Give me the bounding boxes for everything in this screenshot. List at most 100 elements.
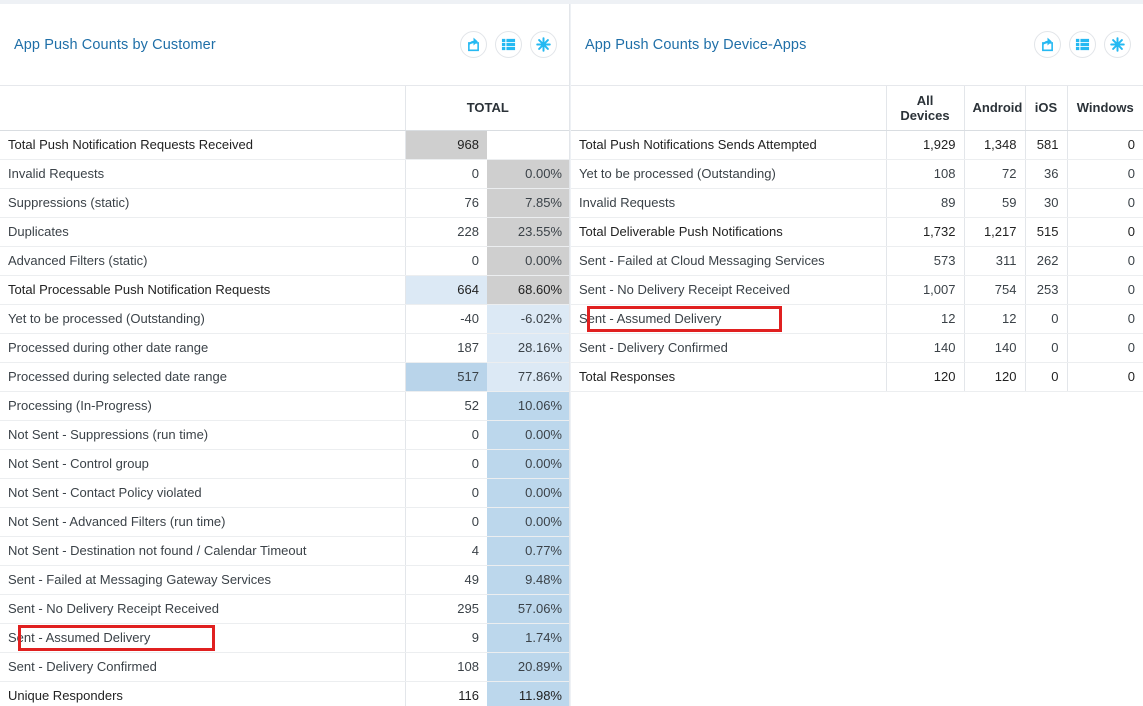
table-row[interactable]: Invalid Requests 0 0.00% — [0, 159, 569, 189]
table-row[interactable]: Processed during other date range 187 28.1… — [0, 333, 569, 363]
row-value-ios: 30 — [1024, 188, 1067, 218]
row-label: Total Responses — [571, 362, 886, 392]
row-label: Total Push Notifications Sends Attempted — [571, 130, 886, 160]
table-row[interactable]: Total Deliverable Push Notifications 1,73… — [571, 217, 1143, 247]
row-value-windows: 0 — [1066, 217, 1143, 247]
panel-app-push-counts-by-customer: App Push Counts by Customer TOTAL Total … — [0, 4, 570, 706]
row-value-total: 0 — [404, 449, 487, 479]
table-row[interactable]: Yet to be processed (Outstanding) -40 -6.0… — [0, 304, 569, 334]
export-icon — [466, 37, 481, 52]
table-row[interactable]: Yet to be processed (Outstanding) 108 72 36… — [571, 159, 1143, 189]
table-row[interactable]: Unique Responders 116 11.98% — [0, 681, 569, 706]
table-row[interactable]: Not Sent - Contact Policy violated 0 0.00% — [0, 478, 569, 508]
snowflake-icon-button-left[interactable] — [530, 31, 557, 58]
row-label: Invalid Requests — [0, 159, 405, 189]
list-view-icon — [501, 37, 516, 52]
row-value-ios: 0 — [1024, 333, 1067, 363]
table-row[interactable]: Sent - Assumed Delivery 12 12 0 0 — [571, 304, 1143, 334]
row-label: Advanced Filters (static) — [0, 246, 405, 276]
table-row[interactable]: Sent - Delivery Confirmed 108 20.89% — [0, 652, 569, 682]
row-value-android: 1,348 — [963, 130, 1025, 160]
row-value-total: 0 — [404, 420, 487, 450]
table-row[interactable]: Sent - Delivery Confirmed 140 140 0 0 — [571, 333, 1143, 363]
export-icon — [1040, 37, 1055, 52]
table-row[interactable]: Total Processable Push Notification Requ… — [0, 275, 569, 305]
row-value-android: 140 — [963, 333, 1025, 363]
row-value-ios: 36 — [1024, 159, 1067, 189]
table-row[interactable]: Sent - Failed at Cloud Messaging Service… — [571, 246, 1143, 276]
list-view-icon-button-right[interactable] — [1069, 31, 1096, 58]
table-row[interactable]: Total Push Notifications Sends Attempted… — [571, 130, 1143, 160]
left-table-body: Total Push Notification Requests Receive… — [0, 130, 569, 706]
row-label: Total Push Notification Requests Receive… — [0, 130, 405, 160]
row-value-all-devices: 120 — [885, 362, 964, 392]
row-value-windows: 0 — [1066, 304, 1143, 334]
left-panel-header: App Push Counts by Customer — [0, 4, 569, 86]
row-label: Not Sent - Control group — [0, 449, 405, 479]
row-label: Suppressions (static) — [0, 188, 405, 218]
row-value-ios: 262 — [1024, 246, 1067, 276]
row-value-android: 120 — [963, 362, 1025, 392]
row-label: Processed during selected date range — [0, 362, 405, 392]
right-panel-actions — [1034, 31, 1131, 58]
row-label: Sent - Delivery Confirmed — [571, 333, 886, 363]
table-row[interactable]: Not Sent - Control group 0 0.00% — [0, 449, 569, 479]
table-row[interactable]: Suppressions (static) 76 7.85% — [0, 188, 569, 218]
list-view-icon-button-left[interactable] — [495, 31, 522, 58]
table-row[interactable]: Sent - No Delivery Receipt Received 295 57… — [0, 594, 569, 624]
row-label: Not Sent - Destination not found / Calen… — [0, 536, 405, 566]
table-row[interactable]: Processed during selected date range 517 7… — [0, 362, 569, 392]
row-value-total: 116 — [404, 681, 487, 706]
table-row[interactable]: Duplicates 228 23.55% — [0, 217, 569, 247]
row-value-all-devices: 140 — [885, 333, 964, 363]
row-value-all-devices: 1,007 — [885, 275, 964, 305]
right-report-table: All Devices Android iOS Windows Total Pu… — [571, 86, 1143, 392]
table-row[interactable]: Processing (In-Progress) 52 10.06% — [0, 391, 569, 421]
row-label: Invalid Requests — [571, 188, 886, 218]
row-value-all-devices: 89 — [885, 188, 964, 218]
row-value-all-devices: 108 — [885, 159, 964, 189]
row-label: Not Sent - Contact Policy violated — [0, 478, 405, 508]
export-icon-button-right[interactable] — [1034, 31, 1061, 58]
table-row[interactable]: Total Push Notification Requests Receive… — [0, 130, 569, 160]
row-value-android: 12 — [963, 304, 1025, 334]
left-panel-title: App Push Counts by Customer — [14, 36, 216, 53]
row-value-ios: 515 — [1024, 217, 1067, 247]
table-row[interactable]: Not Sent - Suppressions (run time) 0 0.00% — [0, 420, 569, 450]
right-header-all-devices: All Devices — [885, 86, 964, 131]
table-row[interactable]: Invalid Requests 89 59 30 0 — [571, 188, 1143, 218]
table-row[interactable]: Sent - No Delivery Receipt Received 1,007… — [571, 275, 1143, 305]
table-row[interactable]: Not Sent - Advanced Filters (run time) 0 0… — [0, 507, 569, 537]
row-value-percent: 20.89% — [487, 652, 569, 682]
row-value-total: 9 — [404, 623, 487, 653]
table-row[interactable]: Advanced Filters (static) 0 0.00% — [0, 246, 569, 276]
row-value-percent: 68.60% — [487, 275, 569, 305]
row-value-android: 59 — [963, 188, 1025, 218]
row-value-all-devices: 12 — [885, 304, 964, 334]
row-value-percent: 0.77% — [487, 536, 569, 566]
row-value-percent: 7.85% — [487, 188, 569, 218]
table-row[interactable]: Not Sent - Destination not found / Calen… — [0, 536, 569, 566]
row-value-total: 664 — [404, 275, 487, 305]
row-value-android: 72 — [963, 159, 1025, 189]
row-value-total: 0 — [404, 478, 487, 508]
export-icon-button-left[interactable] — [460, 31, 487, 58]
row-label: Not Sent - Advanced Filters (run time) — [0, 507, 405, 537]
left-header-blank — [0, 86, 405, 131]
row-label: Sent - No Delivery Receipt Received — [0, 594, 405, 624]
table-row[interactable]: Total Responses 120 120 0 0 — [571, 362, 1143, 392]
left-header-total: TOTAL — [404, 86, 569, 131]
row-value-windows: 0 — [1066, 362, 1143, 392]
row-label: Sent - No Delivery Receipt Received — [571, 275, 886, 305]
row-label: Duplicates — [0, 217, 405, 247]
table-row[interactable]: Sent - Failed at Messaging Gateway Servi… — [0, 565, 569, 595]
list-view-icon — [1075, 37, 1090, 52]
table-row[interactable]: Sent - Assumed Delivery 9 1.74% — [0, 623, 569, 653]
right-header-android: Android — [963, 86, 1025, 131]
row-label: Processing (In-Progress) — [0, 391, 405, 421]
snowflake-icon-button-right[interactable] — [1104, 31, 1131, 58]
row-value-windows: 0 — [1066, 333, 1143, 363]
row-value-percent: 0.00% — [487, 507, 569, 537]
row-value-percent: 10.06% — [487, 391, 569, 421]
left-table-head: TOTAL — [0, 86, 569, 131]
